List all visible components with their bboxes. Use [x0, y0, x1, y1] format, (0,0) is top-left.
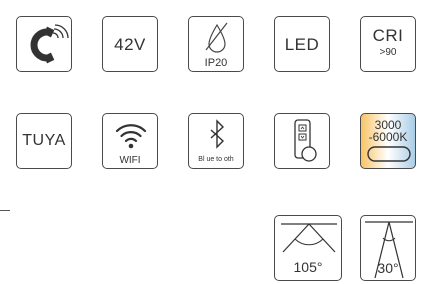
magnet-tile — [16, 16, 72, 72]
led-label: LED — [284, 35, 320, 54]
beam-30-tile: 30° — [360, 215, 416, 281]
tuya-label: TUYA — [22, 132, 66, 149]
remote-control-icon — [294, 119, 317, 162]
beam-105-label: 105° — [293, 259, 323, 275]
beam-105-tile: 105° — [274, 215, 342, 281]
ip20-tile: IP20 — [188, 16, 244, 72]
tuya-tile: TUYA — [16, 113, 72, 169]
remote-tile — [274, 113, 330, 169]
divider — [0, 210, 10, 211]
wifi-tile: WIFI — [102, 113, 158, 169]
wifi-label: WIFI — [119, 155, 141, 166]
led-tile: LED — [274, 16, 330, 72]
cri-title: CRI — [372, 26, 404, 45]
light-panel-icon — [367, 146, 411, 162]
voltage-42v-tile: 42V — [102, 16, 158, 72]
cct-tile: 3000 -6000K — [360, 113, 416, 169]
bluetooth-label: Bl ue to oth — [198, 156, 234, 163]
cri-tile: CRI >90 — [360, 16, 416, 72]
cri-value: >90 — [379, 47, 397, 58]
ip-rating-label: IP20 — [204, 57, 228, 69]
voltage-label: 42V — [114, 35, 146, 54]
bluetooth-tile: Bl ue to oth — [188, 113, 244, 169]
magnet-icon — [30, 24, 69, 64]
beam-30-label: 30° — [377, 260, 399, 276]
